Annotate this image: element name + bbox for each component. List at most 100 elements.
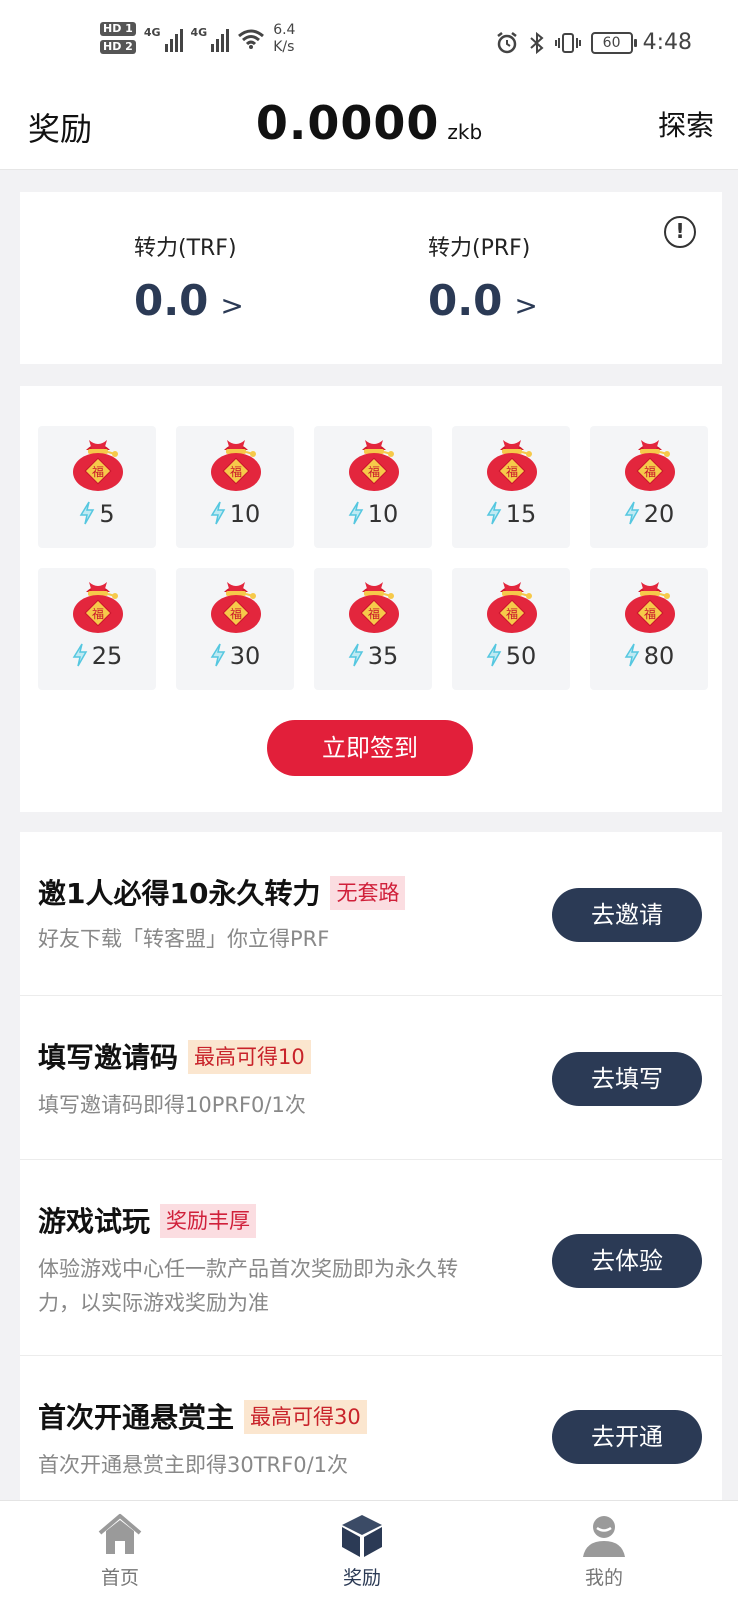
explore-link[interactable]: 探索 — [658, 104, 714, 144]
bag-char: 福 — [92, 464, 104, 479]
bolt-icon — [80, 501, 95, 525]
status-bar: HD 1 HD 2 4G 4G 6.4 K/s 60 4:48 — [0, 0, 738, 90]
task-game-trial-title: 游戏试玩 — [38, 1205, 151, 1238]
nav-home[interactable]: 首页 — [60, 1511, 180, 1590]
task-invite-code-desc: 填写邀请码即得10PRF0/1次 — [38, 1093, 306, 1117]
reward-value: 20 — [643, 500, 675, 528]
bolt-icon — [486, 501, 502, 525]
open-bounty-button[interactable]: 去开通 — [552, 1410, 702, 1464]
reward-cell-4[interactable]: 福 15 — [452, 426, 570, 548]
lucky-bag-icon: 福 — [211, 440, 261, 491]
reward-value: 35 — [367, 642, 399, 670]
prf-arrow: > — [514, 289, 538, 322]
signin-card: 福 5 福 10 福 10 福 15 福 20 福 25 福 30 福 35 福… — [20, 386, 722, 812]
reward-cell-1[interactable]: 福 5 — [38, 426, 156, 548]
invite-button[interactable]: 去邀请 — [552, 888, 702, 942]
nav-mine-label: 我的 — [584, 1567, 623, 1589]
lucky-bag-icon: 福 — [73, 582, 123, 633]
lucky-bag-icon: 福 — [625, 582, 675, 633]
reward-value-row: 10 — [176, 500, 294, 528]
lucky-bag-icon: 福 — [349, 440, 399, 491]
reward-cell-10[interactable]: 福 80 — [590, 568, 708, 690]
bluetooth-icon — [529, 31, 544, 54]
user-icon — [583, 1516, 625, 1557]
bolt-icon — [348, 501, 364, 525]
reward-cell-9[interactable]: 福 50 — [452, 568, 570, 690]
reward-value-row: 80 — [590, 642, 708, 670]
info-icon[interactable]: ! — [664, 216, 696, 248]
lucky-bag-icon: 福 — [73, 440, 123, 491]
task-title: 邀1人必得10永久转力 无套路 — [38, 872, 406, 912]
hd2-badge: HD 2 — [100, 40, 136, 54]
nav-rewards[interactable]: 奖励 — [302, 1511, 422, 1590]
top-header: 奖励 0.0000 zkb 探索 — [0, 90, 738, 170]
nav-mine[interactable]: 我的 — [544, 1511, 664, 1590]
reward-value-row: 25 — [38, 642, 156, 670]
bolt-icon — [210, 501, 226, 525]
lucky-bag-icon: 福 — [625, 440, 675, 491]
try-game-button[interactable]: 去体验 — [552, 1234, 702, 1288]
task-invite-code: 填写邀请码 最高可得10 填写邀请码即得10PRF0/1次 去填写 — [20, 996, 722, 1160]
bag-char: 福 — [368, 464, 380, 479]
reward-cell-6[interactable]: 福 25 — [38, 568, 156, 690]
reward-cell-7[interactable]: 福 30 — [176, 568, 294, 690]
task-game-trial-desc: 体验游戏中心任一款产品首次奖励即为永久转力，以实际游戏奖励为准 — [38, 1257, 458, 1315]
status-right: 60 4:48 — [495, 30, 692, 55]
task-game-trial: 游戏试玩 奖励丰厚 体验游戏中心任一款产品首次奖励即为永久转力，以实际游戏奖励为准… — [20, 1160, 722, 1356]
trf-balance[interactable]: 转力(TRF) 0.0 > — [134, 230, 244, 325]
reward-value-row: 5 — [38, 500, 156, 528]
zkb-amount: 0.0000 — [255, 96, 440, 150]
wifi-icon — [238, 29, 265, 49]
signal-icon-2: 4G — [191, 26, 230, 52]
bag-char: 福 — [644, 606, 656, 621]
task-title: 首次开通悬赏主 最高可得30 — [38, 1396, 367, 1436]
trf-arrow: > — [220, 289, 244, 322]
task-game-trial-tag: 奖励丰厚 — [160, 1204, 257, 1238]
task-invite-title: 邀1人必得10永久转力 — [38, 877, 321, 910]
reward-value: 10 — [367, 500, 399, 528]
bag-char: 福 — [230, 464, 242, 479]
bolt-icon — [210, 643, 226, 667]
battery-icon: 60 — [590, 31, 637, 54]
task-title: 游戏试玩 奖励丰厚 — [38, 1200, 257, 1240]
hd1-badge: HD 1 — [100, 22, 136, 36]
speed-value: 6.4 — [273, 22, 296, 38]
lucky-bag-icon: 福 — [211, 582, 261, 633]
reward-value: 50 — [505, 642, 537, 670]
reward-value-row: 20 — [590, 500, 708, 528]
network-label-1: 4G — [143, 26, 161, 39]
zkb-unit: zkb — [447, 120, 483, 144]
reward-value: 80 — [643, 642, 675, 670]
fill-code-button[interactable]: 去填写 — [552, 1052, 702, 1106]
bolt-icon — [72, 643, 88, 667]
bottom-nav: 首页 奖励 我的 — [0, 1500, 738, 1600]
reward-value-row: 35 — [314, 642, 432, 670]
reward-value: 25 — [91, 642, 123, 670]
trf-value: 0.0 — [134, 276, 209, 325]
zkb-balance: 0.0000 zkb — [0, 96, 738, 150]
sign-in-button[interactable]: 立即签到 — [267, 720, 473, 776]
bolt-icon — [624, 643, 640, 667]
home-icon — [98, 1514, 142, 1554]
task-invite-code-tag: 最高可得10 — [188, 1040, 311, 1074]
prf-balance[interactable]: 转力(PRF) 0.0 > — [428, 230, 538, 325]
box-icon — [342, 1515, 382, 1557]
reward-cell-3[interactable]: 福 10 — [314, 426, 432, 548]
task-invite: 邀1人必得10永久转力 无套路 好友下载「转客盟」你立得PRF 去邀请 — [20, 832, 722, 996]
bag-char: 福 — [92, 606, 104, 621]
bag-char: 福 — [230, 606, 242, 621]
reward-cell-8[interactable]: 福 35 — [314, 568, 432, 690]
nav-home-label: 首页 — [100, 1567, 139, 1589]
reward-value-row: 15 — [452, 500, 570, 528]
reward-value: 15 — [505, 500, 537, 528]
network-speed: 6.4 K/s — [273, 22, 295, 56]
task-invite-desc: 好友下载「转客盟」你立得PRF — [38, 927, 330, 951]
bag-char: 福 — [506, 606, 518, 621]
bolt-icon — [486, 643, 502, 667]
reward-cell-5[interactable]: 福 20 — [590, 426, 708, 548]
clock: 4:48 — [642, 30, 692, 55]
reward-cell-2[interactable]: 福 10 — [176, 426, 294, 548]
speed-unit: K/s — [273, 39, 295, 55]
lucky-bag-icon: 福 — [349, 582, 399, 633]
tasks-card: 邀1人必得10永久转力 无套路 好友下载「转客盟」你立得PRF 去邀请 填写邀请码… — [20, 832, 722, 1500]
